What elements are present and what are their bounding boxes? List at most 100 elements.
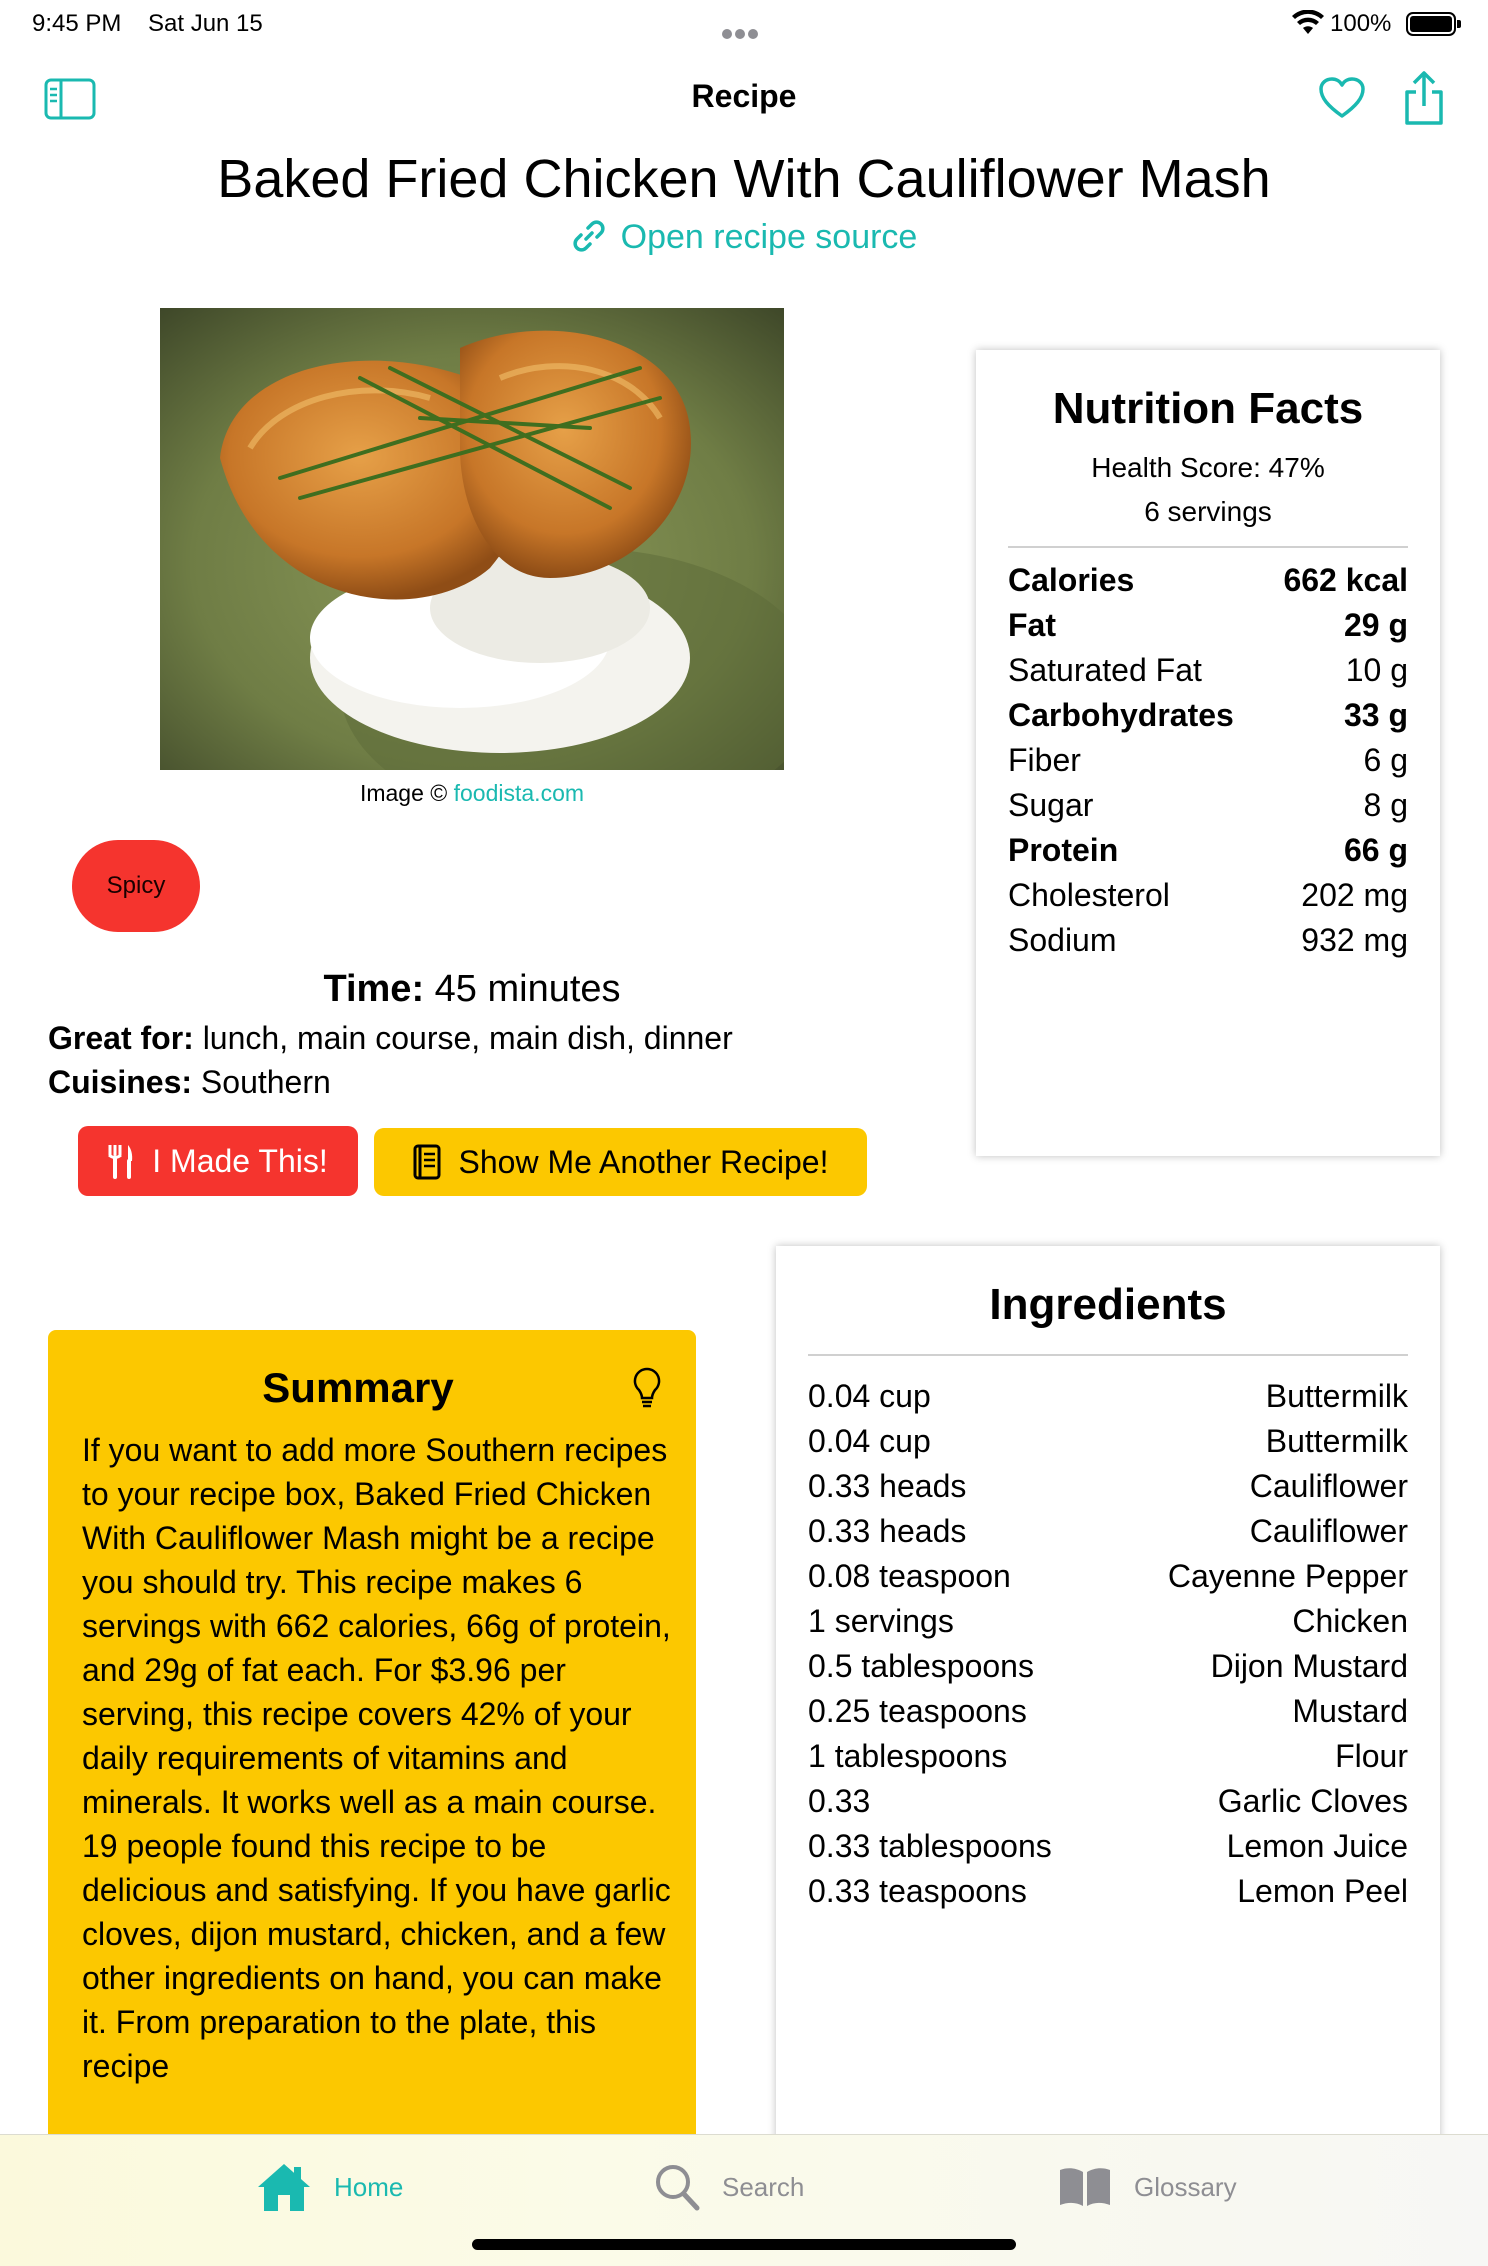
ingredient-name: Cauliflower (1249, 1513, 1408, 1549)
ingredients-card: Ingredients 0.04 cup Buttermilk 0.04 cup B… (776, 1246, 1440, 2206)
ingredient-name: Garlic Cloves (1217, 1783, 1408, 1819)
nutrient-value: 8 g (1363, 787, 1408, 823)
tab-home[interactable]: Home (256, 2159, 403, 2215)
battery-icon (1406, 12, 1461, 36)
ingredient-name: Flour (1335, 1738, 1408, 1774)
ingredient-amount: 0.5 tablespoons (808, 1648, 1034, 1684)
open-recipe-source-link[interactable]: Open recipe source (0, 218, 1488, 257)
divider (1008, 546, 1408, 548)
image-credit-link[interactable]: foodista.com (454, 780, 584, 806)
nutrient-name: Fiber (1008, 742, 1081, 778)
link-icon (573, 220, 605, 252)
nutrient-value: 33 g (1343, 697, 1408, 733)
show-another-recipe-label: Show Me Another Recipe! (458, 1143, 829, 1180)
image-credit: Image © foodista.com (160, 780, 784, 807)
ingredient-amount: 0.04 cup (808, 1378, 931, 1414)
ingredient-amount: 0.33 heads (808, 1468, 967, 1504)
ingredient-row: 0.33 tablespoons Lemon Juice (808, 1828, 1408, 1865)
nutrient-value: 202 mg (1301, 877, 1408, 913)
ingredient-row: 0.04 cup Buttermilk (808, 1378, 1408, 1415)
multitasking-dots-icon[interactable] (722, 18, 766, 39)
nutrient-row: Saturated Fat 10 g (1008, 652, 1408, 689)
nutrient-row: Protein 66 g (1008, 832, 1408, 869)
status-time: 9:45 PM (32, 10, 122, 37)
nutrient-row: Cholesterol 202 mg (1008, 877, 1408, 914)
ingredient-name: Cayenne Pepper (1167, 1558, 1408, 1594)
ingredient-row: 0.33 heads Cauliflower (808, 1513, 1408, 1550)
nutrient-value: 932 mg (1301, 922, 1408, 958)
tab-search[interactable]: Search (654, 2159, 804, 2215)
ingredient-amount: 1 tablespoons (808, 1738, 1008, 1774)
servings-count: 6 servings (1144, 496, 1272, 527)
nutrient-name: Cholesterol (1008, 877, 1170, 913)
recipe-title: Baked Fried Chicken With Cauliflower Mas… (217, 149, 1271, 209)
share-icon[interactable] (1402, 70, 1446, 126)
ingredient-amount: 0.33 (808, 1783, 871, 1819)
i-made-this-button[interactable]: I Made This! (78, 1126, 358, 1196)
great-for-value: lunch, main course, main dish, dinner (202, 1020, 733, 1056)
home-indicator[interactable] (472, 2239, 1016, 2250)
ingredient-name: Dijon Mustard (1210, 1648, 1408, 1684)
nutrient-row: Sugar 8 g (1008, 787, 1408, 824)
nutrient-name: Protein (1008, 832, 1119, 868)
magnifier-icon (656, 2165, 700, 2211)
ingredient-name: Mustard (1292, 1693, 1408, 1729)
show-another-recipe-button[interactable]: Show Me Another Recipe! (374, 1128, 867, 1196)
tab-glossary-label: Glossary (1134, 2171, 1237, 2202)
book-icon (1060, 2168, 1110, 2206)
heart-icon[interactable] (1318, 76, 1366, 120)
nutrient-row: Carbohydrates 33 g (1008, 697, 1408, 734)
battery-percent: 100% (1330, 10, 1392, 37)
nutrient-value: 10 g (1345, 652, 1408, 688)
ingredients-title: Ingredients (989, 1280, 1227, 1329)
tab-search-label: Search (722, 2171, 805, 2202)
ingredient-amount: 0.33 teaspoons (808, 1873, 1027, 1909)
ingredient-amount: 0.08 teaspoon (808, 1558, 1011, 1594)
ingredient-amount: 1 servings (808, 1603, 954, 1639)
ingredient-amount: 0.04 cup (808, 1423, 931, 1459)
nutrient-value: 66 g (1343, 832, 1408, 868)
status-bar: 9:45 PM Sat Jun 15 100% (0, 0, 1488, 48)
ingredient-row: 0.25 teaspoons Mustard (808, 1693, 1408, 1730)
summary-text: If you want to add more Southern recipes… (82, 1432, 671, 2084)
ingredient-name: Cauliflower (1249, 1468, 1408, 1504)
tab-glossary[interactable]: Glossary (1058, 2159, 1237, 2215)
divider (808, 1354, 1408, 1356)
ingredient-name: Buttermilk (1265, 1378, 1408, 1414)
nutrient-row: Fiber 6 g (1008, 742, 1408, 779)
nutrient-row: Calories 662 kcal (1008, 562, 1408, 599)
ingredient-row: 0.5 tablespoons Dijon Mustard (808, 1648, 1408, 1685)
ingredient-name: Lemon Juice (1226, 1828, 1408, 1864)
ingredient-row: 0.04 cup Buttermilk (808, 1423, 1408, 1460)
book-closed-icon (413, 1144, 440, 1180)
nutrient-name: Sodium (1008, 922, 1117, 958)
ingredient-row: 0.33 teaspoons Lemon Peel (808, 1873, 1408, 1910)
nutrition-title: Nutrition Facts (1052, 384, 1364, 433)
ingredient-row: 0.33 Garlic Cloves (808, 1783, 1408, 1820)
fork-knife-icon (108, 1145, 133, 1179)
spicy-tag: Spicy (72, 840, 200, 932)
nutrition-facts-card: Nutrition Facts Health Score: 47% 6 serv… (976, 350, 1440, 1156)
cuisines-value: Southern (200, 1064, 331, 1100)
lightbulb-icon[interactable] (632, 1366, 662, 1410)
nutrient-row: Sodium 932 mg (1008, 922, 1408, 959)
nutrient-name: Saturated Fat (1008, 652, 1202, 688)
nutrient-name: Carbohydrates (1008, 697, 1234, 733)
cuisines-label: Cuisines: (48, 1064, 193, 1100)
nav-title: Recipe (691, 78, 797, 114)
summary-title: Summary (262, 1364, 454, 1411)
ingredient-row: 0.08 teaspoon Cayenne Pepper (808, 1558, 1408, 1595)
nutrient-row: Fat 29 g (1008, 607, 1408, 644)
ingredient-row: 0.33 heads Cauliflower (808, 1468, 1408, 1505)
open-recipe-source-label: Open recipe source (620, 218, 918, 256)
nutrient-value: 662 kcal (1283, 562, 1408, 598)
wifi-icon (1292, 10, 1324, 34)
ingredient-row: 1 servings Chicken (808, 1603, 1408, 1640)
i-made-this-label: I Made This! (152, 1142, 328, 1179)
image-credit-prefix: Image © (359, 780, 448, 806)
time-label: Time: (323, 968, 425, 1010)
health-score: Health Score: 47% (1091, 452, 1325, 483)
great-for-label: Great for: (48, 1020, 194, 1056)
nutrient-name: Calories (1008, 562, 1135, 598)
summary-card: Summary If you want to add more Southern… (48, 1330, 696, 2190)
